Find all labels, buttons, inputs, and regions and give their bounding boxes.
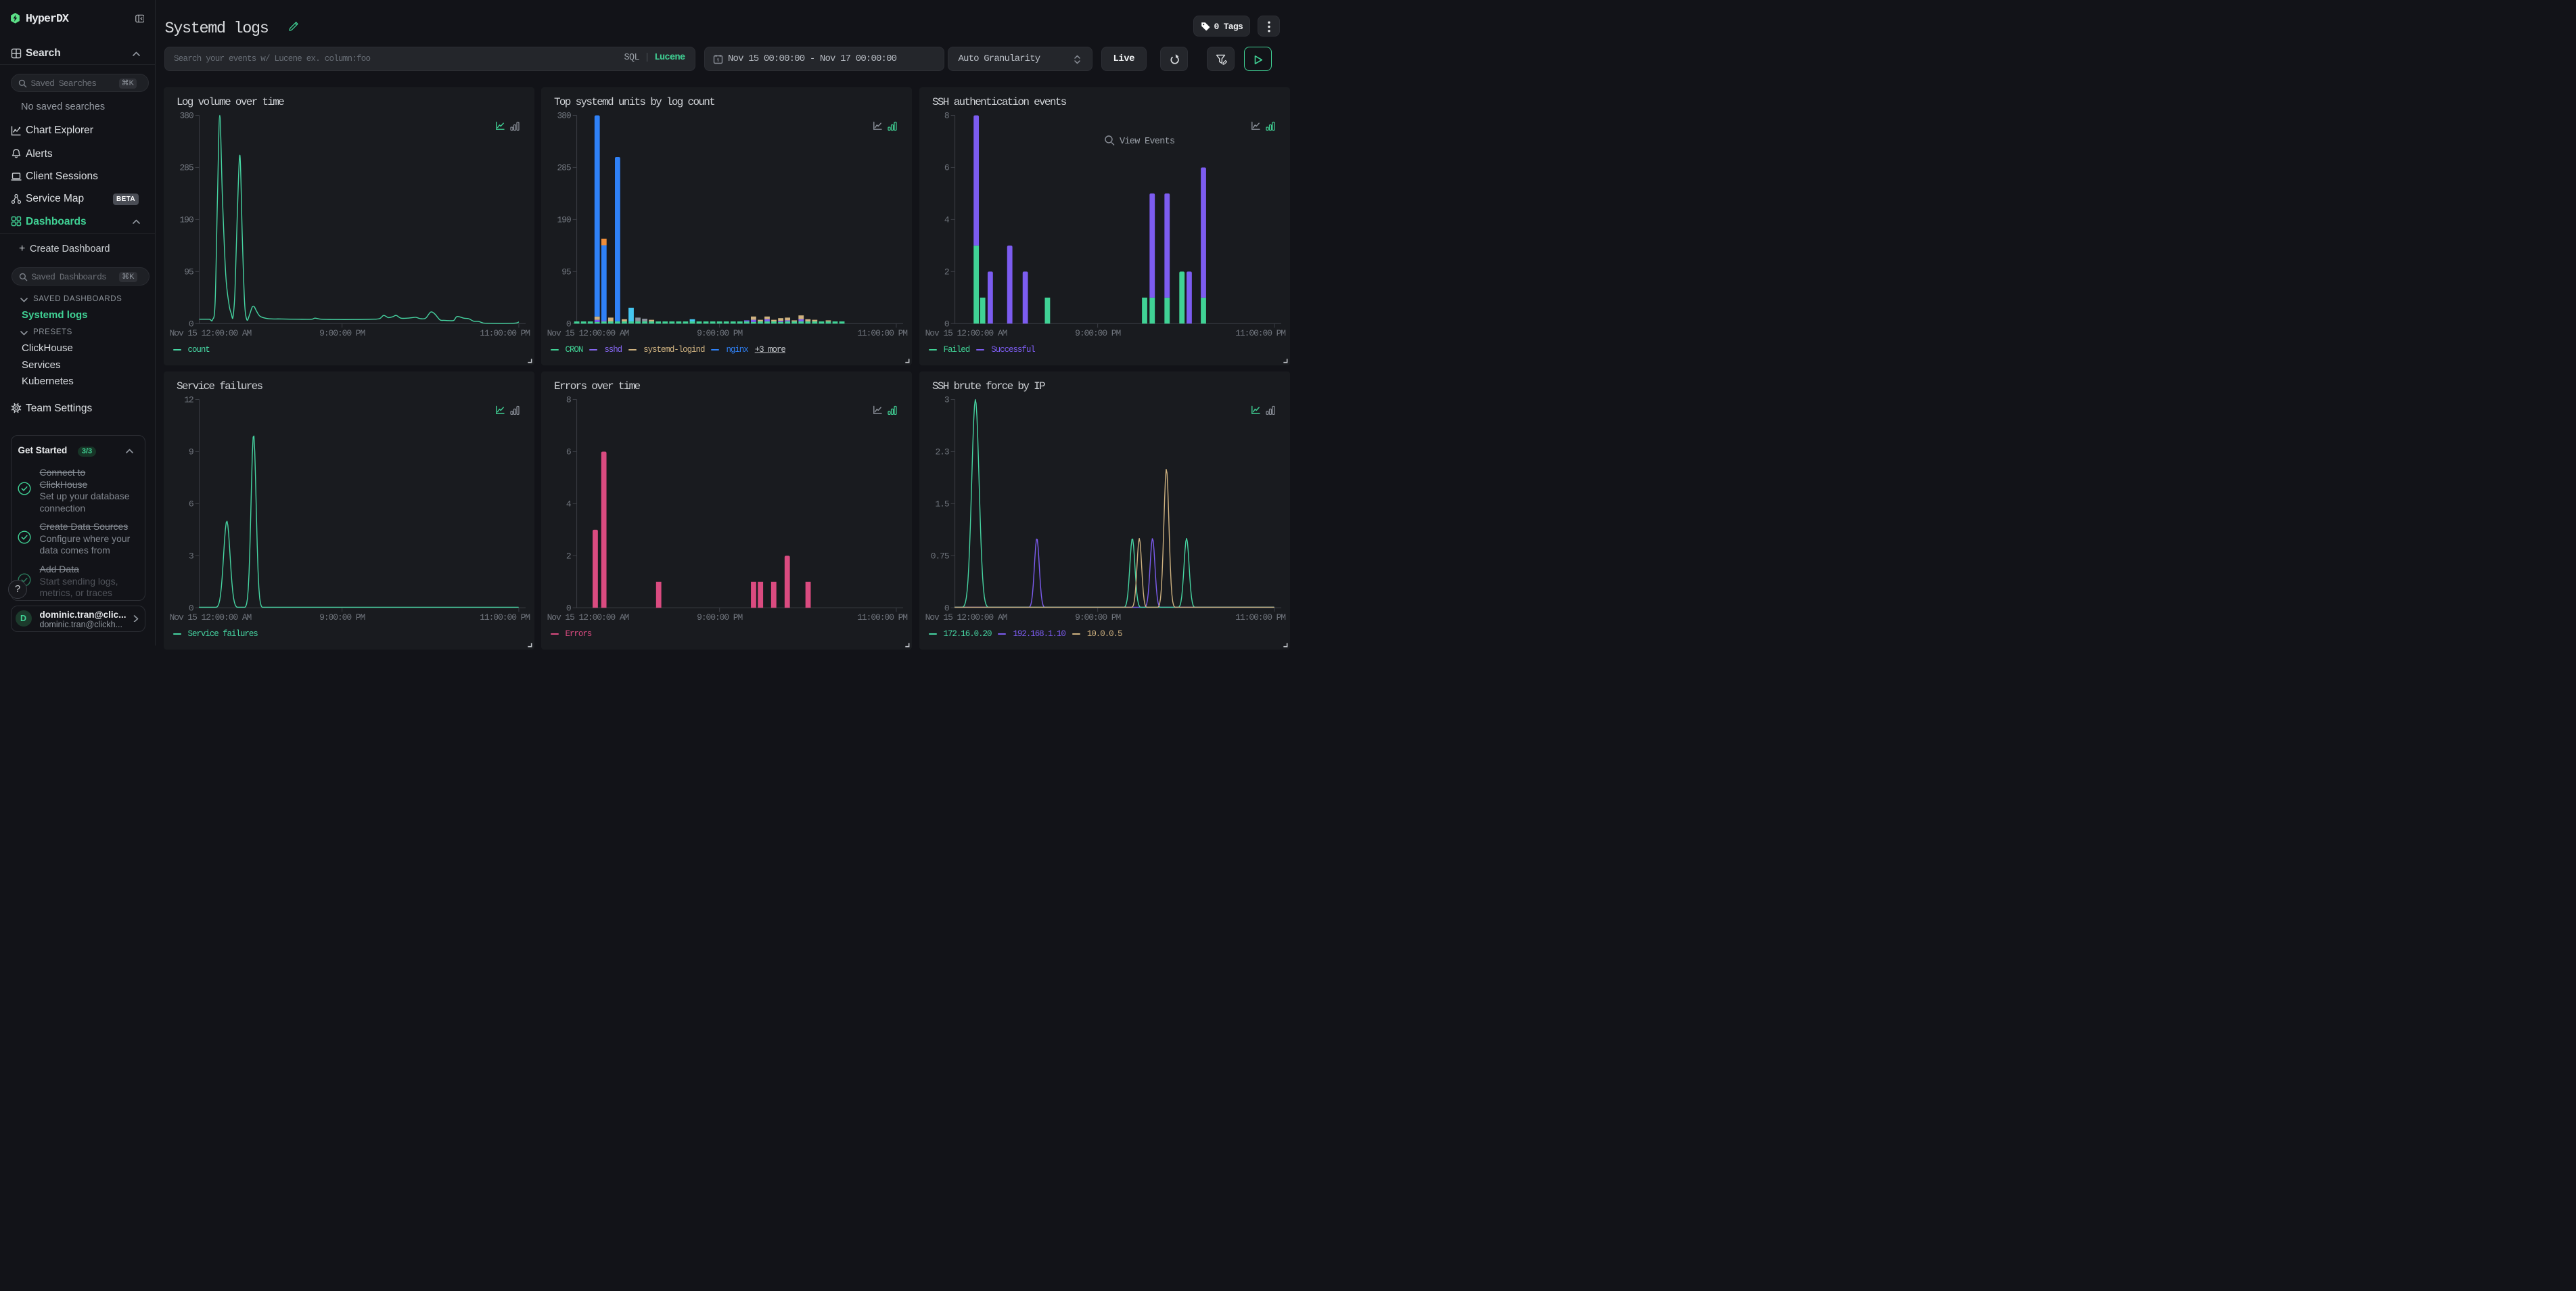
- svg-text:380: 380: [179, 111, 193, 121]
- svg-text:1.5: 1.5: [935, 499, 948, 509]
- svg-text:190: 190: [557, 214, 570, 225]
- svg-text:9:00:00 PM: 9:00:00 PM: [319, 328, 365, 338]
- svg-text:3: 3: [189, 551, 193, 561]
- svg-text:95: 95: [561, 267, 571, 277]
- svg-text:95: 95: [184, 267, 193, 277]
- svg-text:285: 285: [179, 162, 193, 173]
- svg-text:9: 9: [189, 447, 193, 457]
- svg-text:2: 2: [944, 267, 949, 277]
- svg-text:11:00:00 PM: 11:00:00 PM: [480, 328, 530, 338]
- svg-text:Nov 15 12:00:00 AM: Nov 15 12:00:00 AM: [170, 612, 252, 622]
- svg-text:9:00:00 PM: 9:00:00 PM: [697, 328, 742, 338]
- svg-text:9:00:00 PM: 9:00:00 PM: [1075, 328, 1120, 338]
- svg-text:6: 6: [189, 499, 193, 509]
- svg-text:View Events: View Events: [1120, 137, 1174, 147]
- svg-text:8: 8: [566, 395, 571, 405]
- svg-text:8: 8: [944, 111, 949, 121]
- svg-text:11:00:00 PM: 11:00:00 PM: [857, 612, 907, 622]
- svg-text:285: 285: [557, 162, 570, 173]
- svg-text:2: 2: [566, 551, 571, 561]
- svg-text:9:00:00 PM: 9:00:00 PM: [697, 612, 742, 622]
- svg-text:380: 380: [557, 111, 570, 121]
- svg-text:6: 6: [944, 162, 949, 173]
- svg-text:Nov 15 12:00:00 AM: Nov 15 12:00:00 AM: [547, 328, 629, 338]
- svg-text:Nov 15 12:00:00 AM: Nov 15 12:00:00 AM: [547, 612, 629, 622]
- svg-text:0.75: 0.75: [931, 551, 949, 561]
- svg-text:9:00:00 PM: 9:00:00 PM: [1075, 612, 1120, 622]
- svg-text:3: 3: [944, 395, 949, 405]
- svg-text:6: 6: [566, 447, 571, 457]
- svg-text:11:00:00 PM: 11:00:00 PM: [1235, 328, 1285, 338]
- svg-text:4: 4: [566, 499, 572, 509]
- svg-text:Nov 15 12:00:00 AM: Nov 15 12:00:00 AM: [925, 328, 1007, 338]
- svg-text:Nov 15 12:00:00 AM: Nov 15 12:00:00 AM: [170, 328, 252, 338]
- svg-text:Nov 15 12:00:00 AM: Nov 15 12:00:00 AM: [925, 612, 1007, 622]
- svg-text:11:00:00 PM: 11:00:00 PM: [857, 328, 907, 338]
- svg-text:9:00:00 PM: 9:00:00 PM: [319, 612, 365, 622]
- svg-text:12: 12: [184, 395, 193, 405]
- svg-text:11:00:00 PM: 11:00:00 PM: [1235, 612, 1285, 622]
- svg-text:2.3: 2.3: [935, 447, 948, 457]
- svg-text:4: 4: [944, 214, 950, 225]
- svg-text:190: 190: [179, 214, 193, 225]
- svg-text:11:00:00 PM: 11:00:00 PM: [480, 612, 530, 622]
